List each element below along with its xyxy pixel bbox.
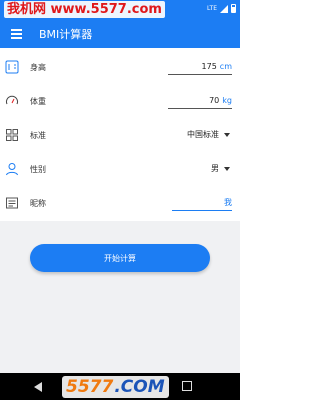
- status-bar: 我机网 www.5577.com LTE: [0, 0, 240, 20]
- status-indicators: LTE: [207, 4, 236, 13]
- standard-dropdown[interactable]: 中国标准: [187, 129, 230, 140]
- gender-label: 性别: [30, 165, 46, 174]
- navigation-bar: 5577 .COM: [0, 373, 240, 400]
- logo-digits: 5577: [66, 377, 114, 397]
- start-calculate-button[interactable]: 开始计算: [30, 244, 210, 272]
- logo-suffix: .COM: [114, 377, 165, 397]
- nickname-input[interactable]: 我: [172, 195, 232, 211]
- height-unit: cm: [219, 62, 232, 71]
- nickname-row: 昵称 我: [0, 187, 240, 221]
- site-logo: 5577 .COM: [62, 376, 169, 398]
- standard-label: 标准: [30, 131, 46, 140]
- height-input[interactable]: 175 cm: [168, 59, 232, 75]
- weight-value: 70: [209, 96, 220, 105]
- standard-row: 标准 中国标准: [0, 119, 240, 153]
- hamburger-menu-icon[interactable]: [3, 20, 29, 48]
- gender-dropdown[interactable]: 男: [211, 163, 230, 174]
- gender-row: 性别 男: [0, 153, 240, 187]
- back-icon[interactable]: [34, 382, 42, 392]
- weight-label: 体重: [30, 97, 46, 106]
- watermark-text: 我机网 www.5577.com: [4, 1, 165, 18]
- nickname-value: 我: [224, 198, 232, 207]
- nickname-label: 昵称: [30, 199, 46, 208]
- height-label: 身高: [30, 63, 46, 72]
- caret-down-icon: [224, 166, 230, 171]
- app-title: BMI计算器: [39, 28, 93, 41]
- scale-gauge-icon: [6, 95, 18, 105]
- standard-selected: 中国标准: [187, 130, 219, 139]
- weight-input[interactable]: 70 kg: [168, 93, 232, 109]
- recent-apps-icon[interactable]: [182, 381, 192, 391]
- grid-icon: [6, 129, 18, 141]
- person-icon: [6, 163, 18, 176]
- height-value: 175: [201, 62, 217, 71]
- signal-icon: [220, 4, 228, 13]
- weight-unit: kg: [222, 96, 232, 105]
- height-row: 身高 175 cm: [0, 51, 240, 85]
- caret-down-icon: [224, 132, 230, 137]
- network-type-label: LTE: [207, 5, 217, 12]
- id-card-icon: [6, 197, 18, 209]
- height-ruler-icon: [5, 60, 19, 74]
- app-bar: BMI计算器: [0, 20, 240, 48]
- gender-selected: 男: [211, 164, 219, 173]
- battery-icon: [231, 4, 236, 13]
- weight-row: 体重 70 kg: [0, 85, 240, 119]
- bmi-form: 身高 175 cm 体重 70 kg 标准 中国标准 性别 男 昵称 我: [0, 48, 240, 221]
